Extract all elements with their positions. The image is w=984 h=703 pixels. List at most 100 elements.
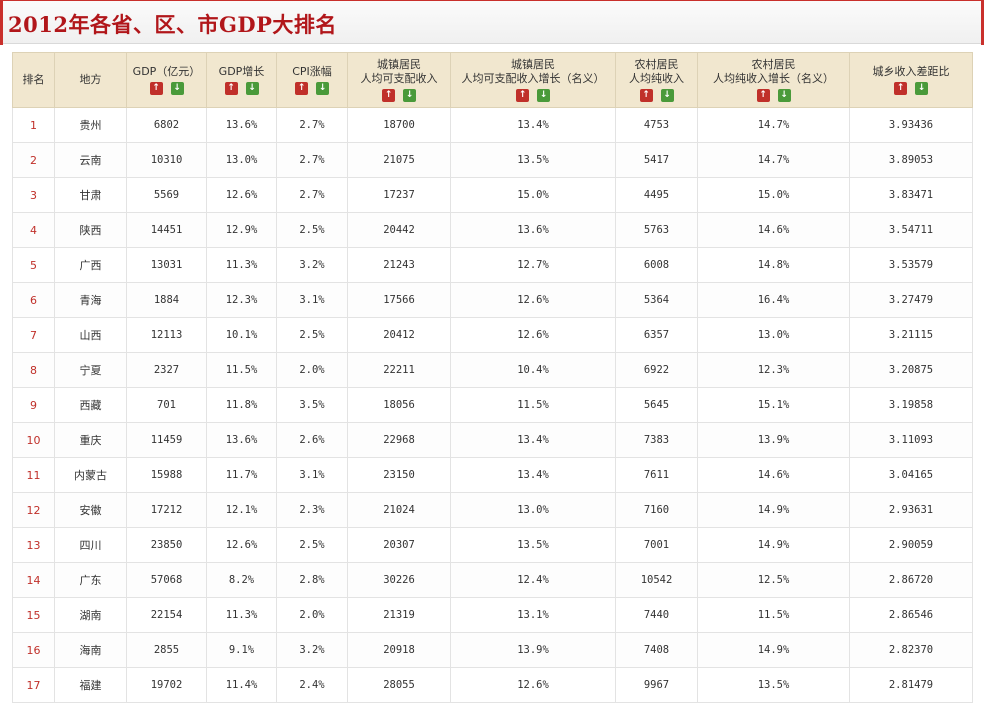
sort-descending-button[interactable]: ↓ <box>915 82 928 95</box>
sort-descending-button[interactable]: ↓ <box>316 82 329 95</box>
column-header-label: 地方 <box>79 73 102 86</box>
sort-descending-button[interactable]: ↓ <box>170 82 184 95</box>
sort-buttons: ↑ ↓ <box>451 89 615 103</box>
cell-gdp-growth: 13.6% <box>206 422 277 458</box>
arrow-down-icon: ↓ <box>539 90 548 100</box>
cell-gdp: 5569 <box>126 177 207 213</box>
cell-urban-income-growth: 13.4% <box>450 107 616 143</box>
gdp-ranking-table: 排名 地方 GDP（亿元） ↑ ↓ GDP增长 ↑ ↓ CPI涨幅 ↑ ↓ 城镇居民 人均可支配收入 ↑ ↓… <box>12 52 973 703</box>
table-row: 15 湖南 22154 11.3% 2.0% 21319 13.1% 7440 11.5% 2.8… <box>12 597 973 633</box>
cell-income-gap-ratio: 2.82370 <box>849 632 973 668</box>
cell-rural-income: 7001 <box>615 527 698 563</box>
cell-gdp-growth: 12.1% <box>206 492 277 528</box>
sort-ascending-button[interactable]: ↑ <box>756 89 770 102</box>
cell-rural-income: 9967 <box>615 667 698 703</box>
column-header-label: 排名 <box>22 73 45 86</box>
cell-income-gap-ratio: 2.86546 <box>849 597 973 633</box>
sort-ascending-button[interactable]: ↑ <box>894 82 907 95</box>
cell-urban-income: 23150 <box>347 457 451 493</box>
cell-income-gap-ratio: 2.86720 <box>849 562 973 598</box>
sort-ascending-button[interactable]: ↑ <box>149 82 163 95</box>
cell-gdp: 6802 <box>126 107 207 143</box>
cell-region: 广西 <box>54 247 127 283</box>
cell-rural-income: 4495 <box>615 177 698 213</box>
cell-urban-income: 22211 <box>347 352 451 388</box>
cell-rural-income: 7611 <box>615 457 698 493</box>
cell-gdp-growth: 11.8% <box>206 387 277 423</box>
table-body: 1 贵州 6802 13.6% 2.7% 18700 13.4% 4753 14.7% 3.934… <box>12 107 973 703</box>
cell-rural-income: 7160 <box>615 492 698 528</box>
cell-cpi-rise: 2.5% <box>276 527 348 563</box>
cell-gdp: 13031 <box>126 247 207 283</box>
sort-descending-button[interactable]: ↓ <box>245 82 259 95</box>
cell-rural-income-growth: 14.9% <box>697 632 850 668</box>
column-header-rural-income: 农村居民 人均纯收入 ↑ ↓ <box>615 52 698 108</box>
sort-descending-button[interactable]: ↓ <box>660 89 674 102</box>
cell-urban-income: 21075 <box>347 142 451 178</box>
cell-cpi-rise: 2.3% <box>276 492 348 528</box>
sort-descending-button[interactable]: ↓ <box>537 89 550 102</box>
cell-rural-income-growth: 14.8% <box>697 247 850 283</box>
column-header-gdp-growth: GDP增长 ↑ ↓ <box>206 52 277 108</box>
cell-urban-income-growth: 13.9% <box>450 632 616 668</box>
cell-rank: 2 <box>12 142 55 178</box>
arrow-down-icon: ↓ <box>173 83 181 93</box>
cell-rural-income-growth: 12.5% <box>697 562 850 598</box>
cell-cpi-rise: 3.5% <box>276 387 348 423</box>
cell-region: 宁夏 <box>54 352 127 388</box>
cell-rural-income-growth: 15.1% <box>697 387 850 423</box>
cell-gdp: 15988 <box>126 457 207 493</box>
table-header-row: 排名 地方 GDP（亿元） ↑ ↓ GDP增长 ↑ ↓ CPI涨幅 ↑ ↓ 城镇居民 人均可支配收入 ↑ ↓… <box>12 52 973 108</box>
sort-ascending-button[interactable]: ↑ <box>516 89 529 102</box>
cell-region: 广东 <box>54 562 127 598</box>
table-row: 11 内蒙古 15988 11.7% 3.1% 23150 13.4% 7611 14.6% 3.… <box>12 457 973 493</box>
sort-ascending-button[interactable]: ↑ <box>382 89 395 102</box>
cell-cpi-rise: 2.0% <box>276 597 348 633</box>
cell-urban-income: 30226 <box>347 562 451 598</box>
column-header-urban-income-growth: 城镇居民 人均可支配收入增长（名义） ↑ ↓ <box>450 52 616 108</box>
cell-region: 四川 <box>54 527 127 563</box>
cell-income-gap-ratio: 3.53579 <box>849 247 973 283</box>
table-row: 2 云南 10310 13.0% 2.7% 21075 13.5% 5417 14.7% 3.89… <box>12 142 973 178</box>
cell-rural-income-growth: 16.4% <box>697 282 850 318</box>
cell-gdp-growth: 12.9% <box>206 212 277 248</box>
cell-urban-income-growth: 13.1% <box>450 597 616 633</box>
cell-income-gap-ratio: 2.81479 <box>849 667 973 703</box>
cell-urban-income: 22968 <box>347 422 451 458</box>
cell-rural-income-growth: 14.6% <box>697 457 850 493</box>
cell-urban-income: 17566 <box>347 282 451 318</box>
cell-rural-income-growth: 11.5% <box>697 597 850 633</box>
sort-ascending-button[interactable]: ↑ <box>295 82 308 95</box>
table-row: 10 重庆 11459 13.6% 2.6% 22968 13.4% 7383 13.9% 3.1… <box>12 422 973 458</box>
cell-urban-income-growth: 12.6% <box>450 667 616 703</box>
cell-urban-income-growth: 12.6% <box>450 282 616 318</box>
cell-region: 青海 <box>54 282 127 318</box>
column-header-rural-income-growth: 农村居民 人均纯收入增长（名义） ↑ ↓ <box>697 52 850 108</box>
cell-income-gap-ratio: 3.54711 <box>849 212 973 248</box>
arrow-down-icon: ↓ <box>248 83 256 93</box>
sort-ascending-button[interactable]: ↑ <box>639 89 653 102</box>
gdp-ranking-table-wrap: 排名 地方 GDP（亿元） ↑ ↓ GDP增长 ↑ ↓ CPI涨幅 ↑ ↓ 城镇居民 人均可支配收入 ↑ ↓… <box>12 52 973 703</box>
cell-rural-income: 6008 <box>615 247 698 283</box>
cell-income-gap-ratio: 3.93436 <box>849 107 973 143</box>
arrow-up-icon: ↑ <box>518 90 527 100</box>
sort-descending-button[interactable]: ↓ <box>777 89 791 102</box>
arrow-down-icon: ↓ <box>405 90 414 100</box>
sort-ascending-button[interactable]: ↑ <box>224 82 238 95</box>
cell-urban-income: 20918 <box>347 632 451 668</box>
cell-rural-income-growth: 15.0% <box>697 177 850 213</box>
cell-urban-income: 21319 <box>347 597 451 633</box>
cell-rank: 4 <box>12 212 55 248</box>
cell-rural-income-growth: 13.9% <box>697 422 850 458</box>
cell-rank: 12 <box>12 492 55 528</box>
cell-rural-income: 7440 <box>615 597 698 633</box>
cell-gdp: 19702 <box>126 667 207 703</box>
cell-rural-income: 7408 <box>615 632 698 668</box>
cell-cpi-rise: 3.1% <box>276 282 348 318</box>
cell-income-gap-ratio: 2.93631 <box>849 492 973 528</box>
column-header-label: GDP（亿元） <box>132 64 201 78</box>
cell-rank: 1 <box>12 107 55 143</box>
arrow-up-icon: ↑ <box>642 90 650 100</box>
sort-descending-button[interactable]: ↓ <box>403 89 416 102</box>
table-row: 16 海南 2855 9.1% 3.2% 20918 13.9% 7408 14.9% 2.823… <box>12 632 973 668</box>
